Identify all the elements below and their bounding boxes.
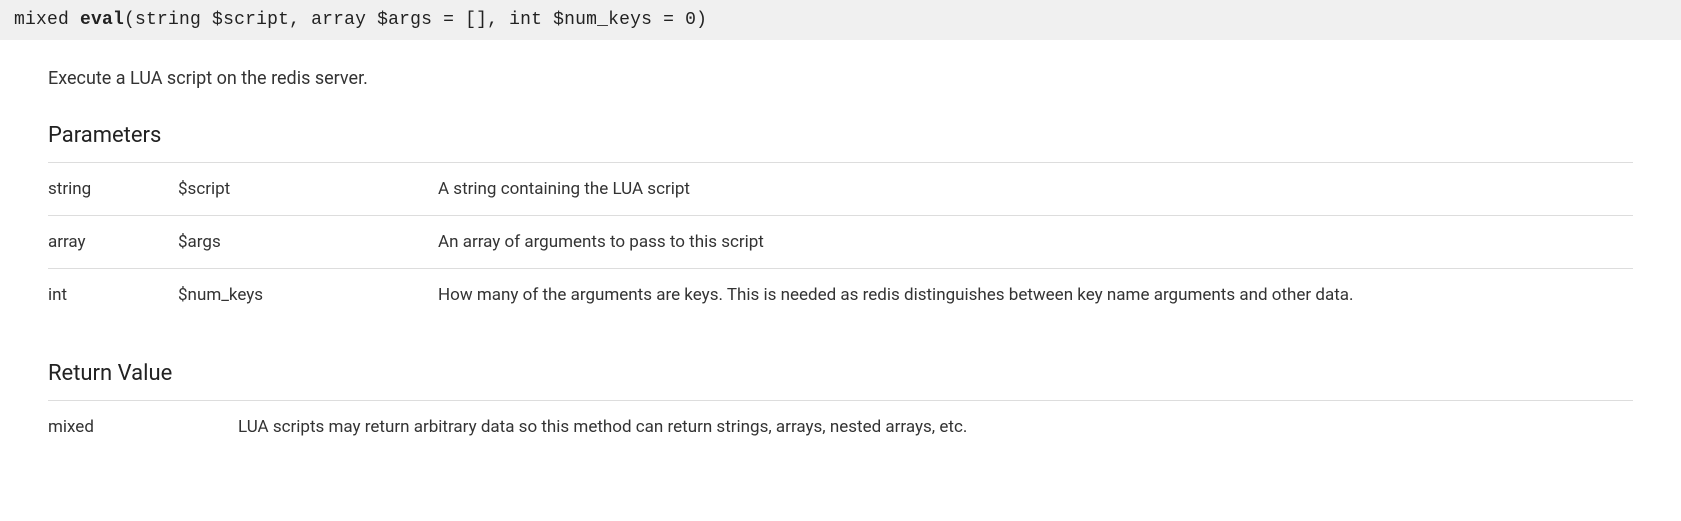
content-area: Execute a LUA script on the redis server… [0,40,1681,453]
parameters-heading: Parameters [48,123,1633,148]
table-row: mixed LUA scripts may return arbitrary d… [48,401,1633,454]
table-row: string $script A string containing the L… [48,163,1633,216]
return-value-table: mixed LUA scripts may return arbitrary d… [48,400,1633,453]
parameters-table: string $script A string containing the L… [48,162,1633,321]
param-name: $num_keys [178,269,438,322]
return-desc: LUA scripts may return arbitrary data so… [238,401,1633,454]
return-value-heading: Return Value [48,361,1633,386]
signature-method-name: eval [80,10,124,30]
param-type: int [48,269,178,322]
param-name: $args [178,216,438,269]
param-name: $script [178,163,438,216]
return-type: mixed [48,401,238,454]
param-type: string [48,163,178,216]
param-type: array [48,216,178,269]
method-signature: mixed eval(string $script, array $args =… [0,0,1681,40]
table-row: array $args An array of arguments to pas… [48,216,1633,269]
method-description: Execute a LUA script on the redis server… [48,68,1633,89]
signature-params: (string $script, array $args = [], int $… [124,10,707,30]
param-desc: A string containing the LUA script [438,163,1633,216]
signature-return-type: mixed [14,10,69,30]
param-desc: An array of arguments to pass to this sc… [438,216,1633,269]
param-desc: How many of the arguments are keys. This… [438,269,1633,322]
table-row: int $num_keys How many of the arguments … [48,269,1633,322]
